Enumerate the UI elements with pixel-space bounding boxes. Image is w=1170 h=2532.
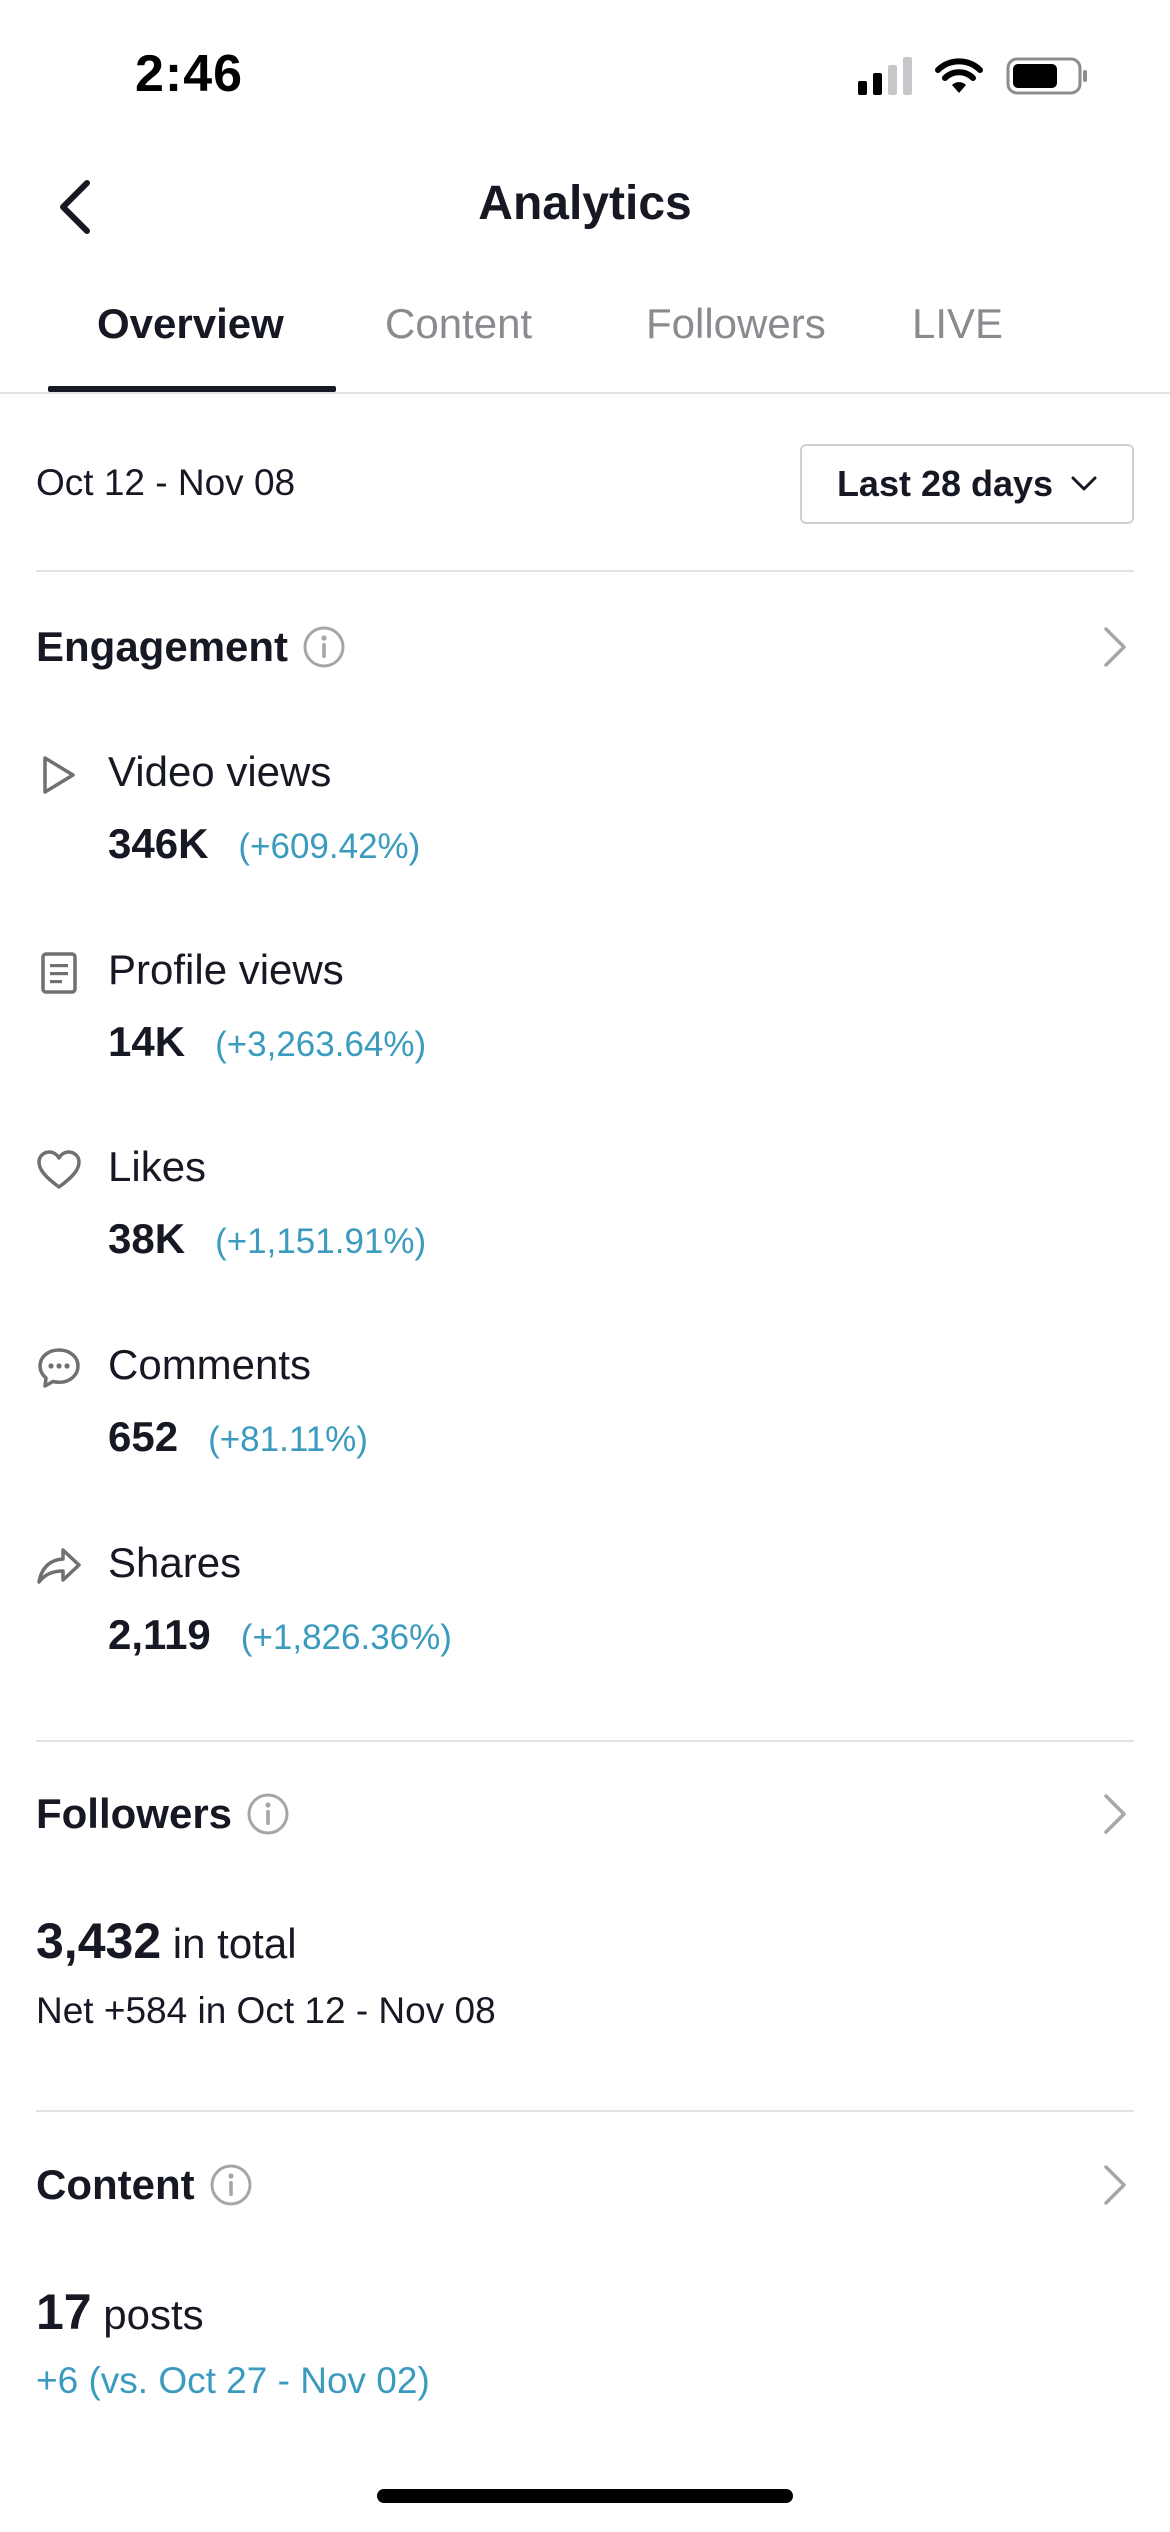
status-icons	[858, 56, 1090, 96]
metric-label: Shares	[108, 1539, 242, 1586]
content-count-value: 17	[36, 2284, 92, 2340]
metric-change: (+3,263.64%)	[215, 1025, 427, 1064]
status-time: 2:46	[135, 45, 244, 103]
profile-card-icon	[36, 950, 82, 996]
engagement-header[interactable]: Engagement	[36, 607, 1134, 687]
divider	[36, 2110, 1134, 2112]
followers-net: Net +584 in Oct 12 - Nov 08	[36, 1990, 496, 2031]
date-range: Oct 12 - Nov 08	[36, 462, 296, 503]
metric-comments: Comments 652 (+81.11%)	[36, 1331, 1036, 1481]
battery-icon	[1006, 57, 1087, 95]
heart-icon	[36, 1147, 82, 1193]
info-icon[interactable]	[302, 625, 346, 669]
followers-total-value: 3,432	[36, 1913, 162, 1969]
cellular-signal-icon	[858, 57, 912, 95]
play-icon	[36, 752, 82, 798]
engagement-title: Engagement	[36, 623, 289, 670]
metric-value: 14K	[108, 1018, 186, 1065]
metric-label: Profile views	[108, 946, 344, 993]
metric-label: Likes	[108, 1143, 207, 1190]
metric-shares: Shares 2,119 (+1,826.36%)	[36, 1529, 1036, 1679]
followers-header[interactable]: Followers	[36, 1774, 1134, 1854]
active-tab-indicator	[48, 386, 336, 392]
chevron-right-icon	[1104, 627, 1126, 667]
metric-change: (+81.11%)	[208, 1420, 368, 1459]
tab-live[interactable]: LIVE	[912, 300, 1003, 348]
wifi-icon	[935, 58, 983, 93]
content-count: 17 posts	[36, 2283, 204, 2341]
info-icon[interactable]	[246, 1792, 290, 1836]
metric-likes: Likes 38K (+1,151.91%)	[36, 1133, 1036, 1283]
chevron-right-icon	[1104, 2165, 1126, 2205]
metric-change: (+1,151.91%)	[215, 1222, 427, 1261]
metric-value: 38K	[108, 1215, 186, 1262]
content-header[interactable]: Content	[36, 2145, 1134, 2225]
divider	[36, 1740, 1134, 1742]
status-bar: 2:46	[0, 0, 1170, 150]
home-indicator	[377, 2489, 793, 2503]
page-title: Analytics	[478, 177, 692, 230]
info-icon[interactable]	[209, 2163, 253, 2207]
comment-icon	[36, 1345, 82, 1391]
metric-value: 652	[108, 1413, 179, 1460]
followers-title: Followers	[36, 1790, 233, 1837]
header: Analytics	[0, 150, 1170, 260]
metric-change: (+609.42%)	[238, 827, 421, 866]
tab-overview[interactable]: Overview	[97, 300, 284, 348]
chevron-right-icon	[1104, 1794, 1126, 1834]
period-dropdown-value: Last 28 days	[836, 463, 1054, 504]
tab-followers[interactable]: Followers	[646, 300, 826, 348]
metric-label: Comments	[108, 1341, 312, 1388]
tab-content[interactable]: Content	[385, 300, 532, 348]
followers-total: 3,432 in total	[36, 1912, 297, 1970]
content-comparison: +6 (vs. Oct 27 - Nov 02)	[36, 2360, 430, 2401]
metric-profile-views: Profile views 14K (+3,263.64%)	[36, 936, 1036, 1086]
metric-value: 346K	[108, 820, 209, 867]
period-dropdown[interactable]: Last 28 days	[800, 444, 1134, 524]
metric-change: (+1,826.36%)	[240, 1618, 452, 1657]
content-title: Content	[36, 2161, 195, 2208]
chevron-down-icon	[1071, 476, 1097, 491]
metric-label: Video views	[108, 748, 332, 795]
metric-value: 2,119	[108, 1611, 211, 1658]
content-count-suffix: posts	[103, 2291, 204, 2338]
share-icon	[36, 1543, 82, 1589]
followers-total-suffix: in total	[172, 1920, 297, 1967]
tab-bar: Overview Content Followers LIVE	[0, 270, 1170, 394]
metric-video-views: Video views 346K (+609.42%)	[36, 738, 1036, 888]
date-row: Oct 12 - Nov 08 Last 28 days	[36, 394, 1134, 572]
